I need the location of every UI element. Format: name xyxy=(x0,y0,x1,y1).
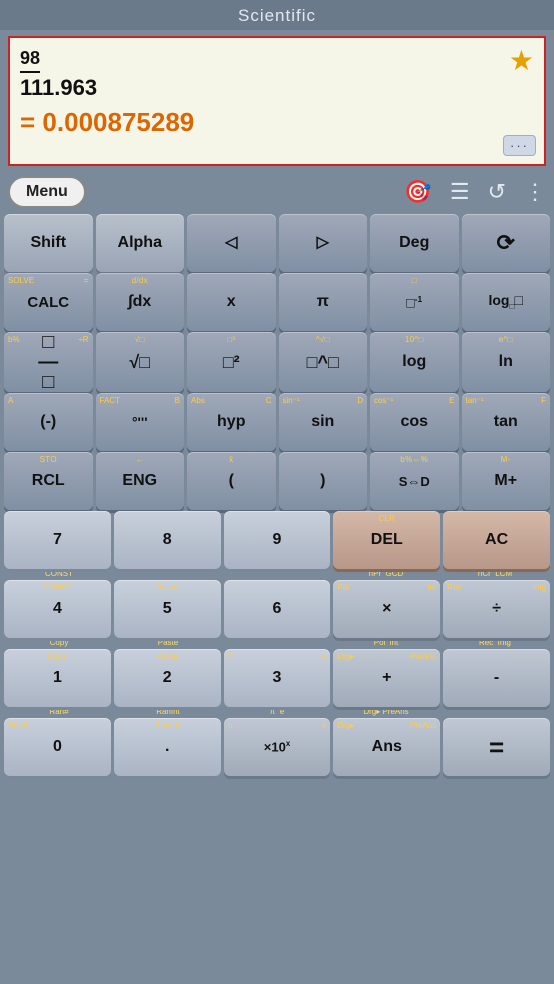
display-fraction: 98 111.963 xyxy=(20,44,534,101)
history-button[interactable]: ⟳ xyxy=(462,214,551,272)
star-button[interactable]: ★ xyxy=(509,44,534,77)
6-button[interactable]: 6 xyxy=(224,580,331,638)
sublabel-paste: Paste xyxy=(115,638,221,647)
sin-button[interactable]: sin⁻¹ D sin xyxy=(279,393,368,451)
mplus-button[interactable]: M- M+ xyxy=(462,452,551,510)
sublabel-empty3 xyxy=(224,638,330,647)
sublabel-pi-e: π e xyxy=(224,707,330,716)
ln-button[interactable]: e^□ ln xyxy=(462,332,551,392)
deg-button[interactable]: Deg xyxy=(370,214,459,272)
integral-button[interactable]: d/dx ∫dx xyxy=(96,273,185,331)
target-icon[interactable]: 🎯 xyxy=(404,179,431,205)
del-button[interactable]: CLR DEL xyxy=(333,511,440,569)
sublabel-const: CONST xyxy=(6,569,112,578)
ans-button[interactable]: Drg▸ PreAns Ans xyxy=(333,718,440,776)
2-button[interactable]: Paste 2 xyxy=(114,649,221,707)
cos-button[interactable]: cos⁻¹ E cos xyxy=(370,393,459,451)
log-box-button[interactable]: log□□ xyxy=(462,273,551,331)
5-button[interactable]: Paste 5 xyxy=(114,580,221,638)
sublabel-drg-prans: Drg▸ PreAns xyxy=(333,707,439,716)
rcl-button[interactable]: STO RCL xyxy=(4,452,93,510)
sublabel-empty4 xyxy=(442,707,548,716)
eng-button[interactable]: ← ENG xyxy=(96,452,185,510)
display-result: = 0.000875289 xyxy=(20,107,534,138)
alpha-button[interactable]: Alpha xyxy=(96,214,185,272)
tan-button[interactable]: tan⁻¹ F tan xyxy=(462,393,551,451)
display-result-value: 0.000875289 xyxy=(42,107,194,137)
subtract-button[interactable]: - xyxy=(443,649,550,707)
sublabel-npr-gcd: nPr GCD xyxy=(333,569,439,578)
sublabel-copy: Copy xyxy=(6,638,112,647)
menu-button[interactable]: Menu xyxy=(8,176,86,208)
row-0: Ran# 0 RanInt . π e ×10x Drg▸ PreAns Ans… xyxy=(4,718,550,776)
multiply-button[interactable]: Pol int × xyxy=(333,580,440,638)
display-numerator: 98 xyxy=(20,48,40,73)
sublabel-rec-intg: Rec Intg xyxy=(442,638,548,647)
sublabel-empty1 xyxy=(115,569,221,578)
undo-icon[interactable]: ↺ xyxy=(488,179,506,205)
sublabel-ncr-lcm: nCr LCM xyxy=(442,569,548,578)
dot-button[interactable]: RanInt . xyxy=(114,718,221,776)
equals-button[interactable]: = xyxy=(443,718,550,776)
hyp-button[interactable]: Abs C hyp xyxy=(187,393,276,451)
left-arrow-button[interactable]: ◁ xyxy=(187,214,276,272)
4-button[interactable]: CONST 4 xyxy=(4,580,111,638)
row-123-sublabels: Ran# RanInt π e Drg▸ PreAns xyxy=(4,707,550,716)
app-title: Scientific xyxy=(238,6,316,25)
log-button[interactable]: 10^□ log xyxy=(370,332,459,392)
sublabel-pol-int: Pol int xyxy=(333,638,439,647)
exp10-button[interactable]: π e ×10x xyxy=(224,718,331,776)
0-button[interactable]: Ran# 0 xyxy=(4,718,111,776)
fraction-button[interactable]: b% ÷R □—□ xyxy=(4,332,93,392)
divide-button[interactable]: Rec Intg ÷ xyxy=(443,580,550,638)
x-button[interactable]: x xyxy=(187,273,276,331)
ac-button[interactable]: AC xyxy=(443,511,550,569)
sublabel-empty2 xyxy=(224,569,330,578)
calc-button[interactable]: SOLVE = CALC xyxy=(4,273,93,331)
sexD-button[interactable]: b%⇔% S⇔D xyxy=(370,452,459,510)
calculator-keypad: Shift Alpha ◁ ▷ Deg ⟳ SOLVE = CALC d/dx … xyxy=(0,212,554,778)
8-button[interactable]: 8 xyxy=(114,511,221,569)
add-button[interactable]: Drg▸ PreAns + xyxy=(333,649,440,707)
display-result-prefix: = xyxy=(20,107,35,137)
7-button[interactable]: 7 xyxy=(4,511,111,569)
row-trig: A (-) FACT B °''' Abs C hyp sin⁻¹ D sin … xyxy=(4,393,550,451)
sublabel-ranint: RanInt xyxy=(115,707,221,716)
3-button[interactable]: π e 3 xyxy=(224,649,331,707)
9-button[interactable]: 9 xyxy=(224,511,331,569)
row-memory: STO RCL ← ENG x̄ ( ) b%⇔% S⇔D M- M+ xyxy=(4,452,550,510)
1-button[interactable]: Copy 1 xyxy=(4,649,111,707)
calculator-display: 98 111.963 = 0.000875289 ★ ··· xyxy=(8,36,546,166)
row-123: Copy 1 Paste 2 π e 3 Drg▸ PreAns + - xyxy=(4,649,550,707)
square-button[interactable]: □³ □² xyxy=(187,332,276,392)
negative-button[interactable]: A (-) xyxy=(4,393,93,451)
controls-row: Menu 🎯 ☰ ↺ ⋮ xyxy=(0,172,554,212)
shift-button[interactable]: Shift xyxy=(4,214,93,272)
sublabel-ran: Ran# xyxy=(6,707,112,716)
sqrt-button[interactable]: √□ √□ xyxy=(96,332,185,392)
degree-min-sec-button[interactable]: FACT B °''' xyxy=(96,393,185,451)
more-options-button[interactable]: ··· xyxy=(503,135,536,156)
row-456-sublabels: Copy Paste Pol int Rec Intg xyxy=(4,638,550,647)
row-789-sublabels: CONST nPr GCD nCr LCM xyxy=(4,569,550,578)
right-arrow-button[interactable]: ▷ xyxy=(279,214,368,272)
row-calc: SOLVE = CALC d/dx ∫dx x π □ □-1 log□□ xyxy=(4,273,550,331)
inverse-button[interactable]: □ □-1 xyxy=(370,273,459,331)
left-paren-button[interactable]: x̄ ( xyxy=(187,452,276,510)
list-icon[interactable]: ☰ xyxy=(450,179,470,205)
app-header: Scientific xyxy=(0,0,554,30)
row-shift: Shift Alpha ◁ ▷ Deg ⟳ xyxy=(4,214,550,272)
pi-button[interactable]: π xyxy=(279,273,368,331)
row-456: CONST 4 Paste 5 6 Pol int × Rec Intg ÷ xyxy=(4,580,550,638)
row-789: 7 8 9 CLR DEL AC xyxy=(4,511,550,569)
right-paren-button[interactable]: ) xyxy=(279,452,368,510)
power-button[interactable]: ^√□ □^□ xyxy=(279,332,368,392)
display-denominator: 111.963 xyxy=(20,75,97,100)
more-icon[interactable]: ⋮ xyxy=(524,179,546,205)
row-sqrt: b% ÷R □—□ √□ √□ □³ □² ^√□ □^□ 10^□ log e… xyxy=(4,332,550,392)
